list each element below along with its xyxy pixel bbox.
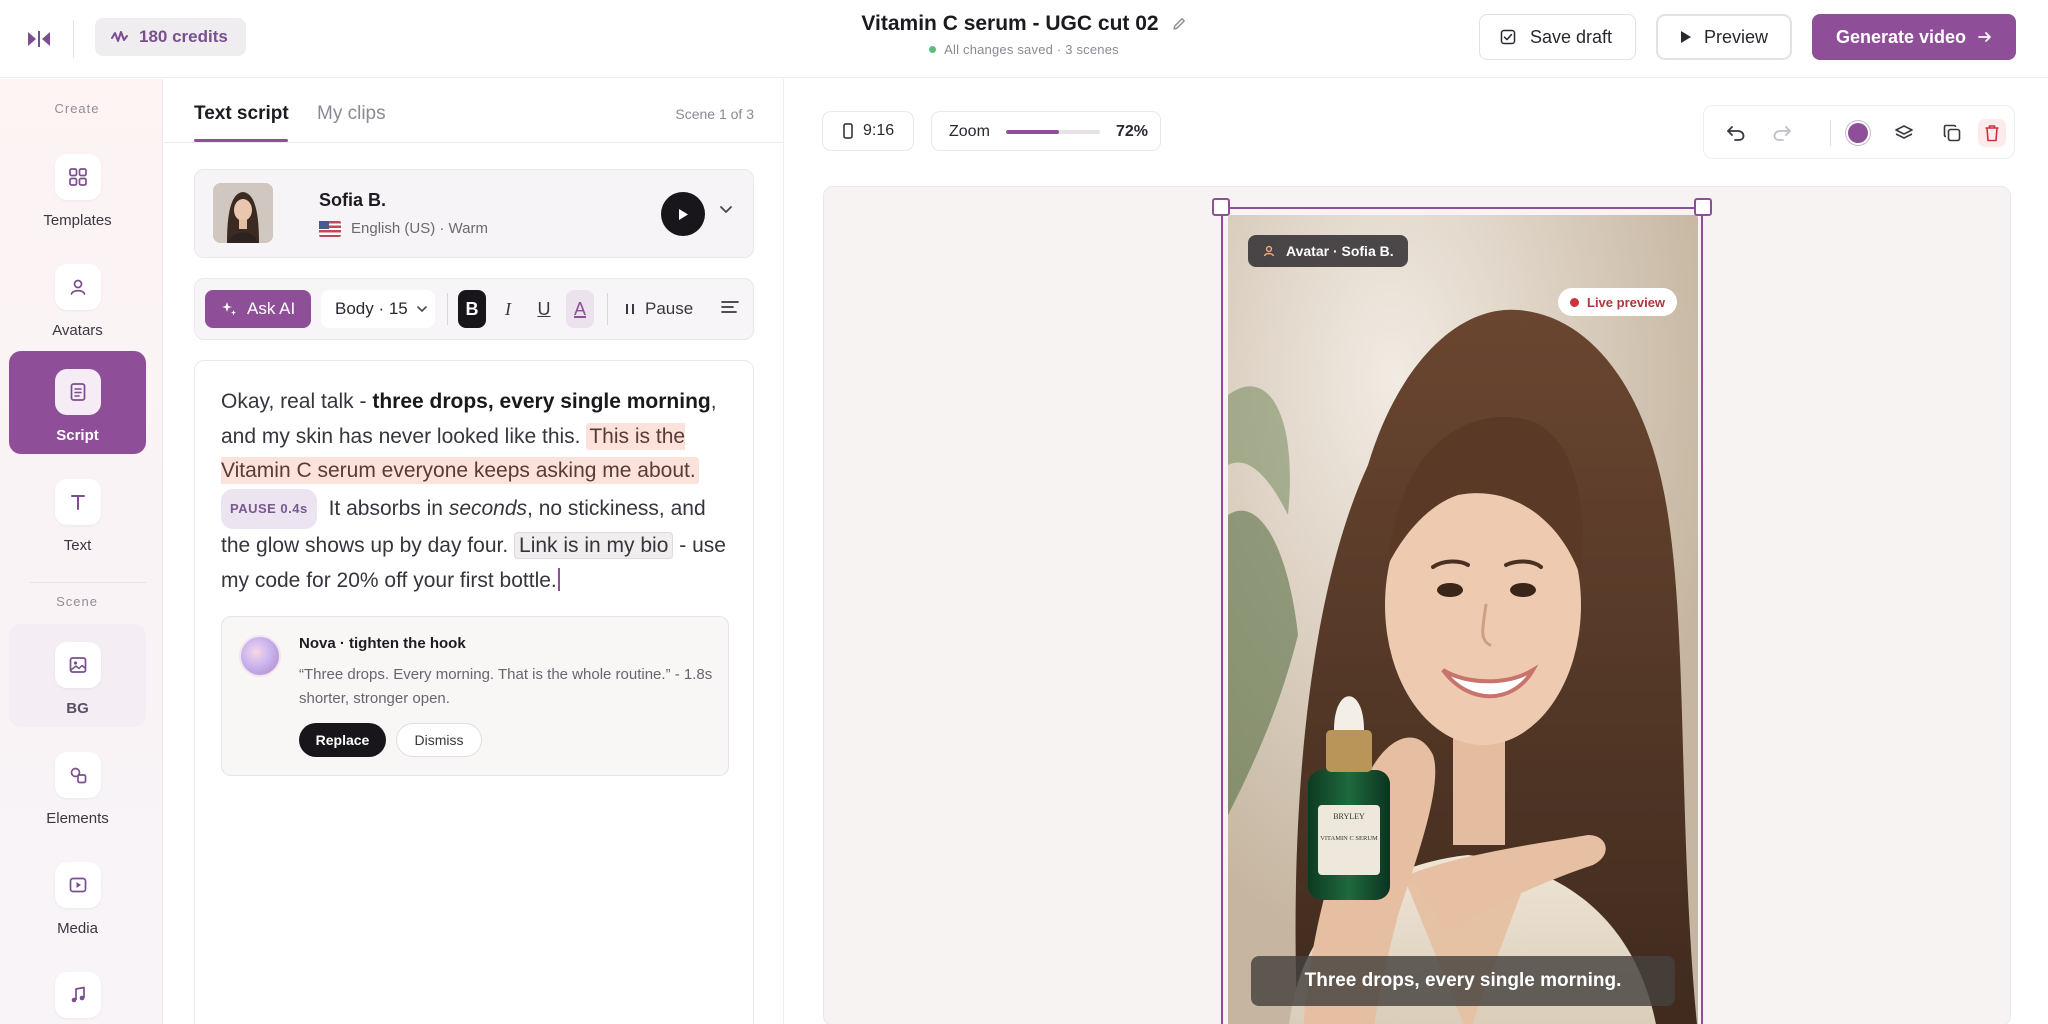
zoom-value: 72%	[1116, 123, 1149, 140]
document-icon	[54, 369, 101, 415]
ask-ai-button[interactable]: Ask AI	[205, 290, 311, 328]
app-logo-icon[interactable]	[24, 24, 54, 54]
script-text[interactable]: Okay, real talk - three drops, every sin…	[221, 385, 731, 598]
canvas-area: 9:16 Zoom 72% BRYLEY VITAMIN C SERUM Ava…	[785, 79, 2048, 1024]
italic-word: seconds	[448, 496, 528, 520]
text-style-select[interactable]: Body · 15	[321, 290, 435, 328]
rail-heading-scene: Scene	[56, 594, 98, 609]
toolbar-divider	[1830, 120, 1831, 146]
dismiss-button[interactable]: Dismiss	[396, 723, 482, 757]
rail-item-avatars[interactable]: Avatars	[9, 246, 146, 349]
rail-item-elements[interactable]: Elements	[9, 734, 146, 837]
canvas-stage[interactable]: BRYLEY VITAMIN C SERUM Avatar · Sofia B.…	[823, 186, 2011, 1024]
pause-marker[interactable]: PAUSE 0.4s	[221, 488, 317, 529]
avatar	[213, 183, 273, 243]
zoom-slider[interactable]	[1006, 130, 1100, 134]
script-editor[interactable]: Okay, real talk - three drops, every sin…	[194, 360, 754, 1024]
bold-phrase: three drops, every single morning	[372, 390, 711, 413]
credits-badge[interactable]: 180 credits	[95, 18, 246, 56]
toolbar-divider	[447, 293, 448, 325]
rail-item-media[interactable]: Media	[9, 844, 146, 947]
person-icon	[54, 264, 101, 310]
tab-text-script[interactable]: Text script	[194, 103, 289, 125]
text-cursor	[557, 567, 560, 591]
pencil-icon[interactable]	[1171, 16, 1187, 32]
color-swatch-icon	[1848, 123, 1868, 143]
rail-item-text[interactable]: Text	[9, 461, 146, 564]
waveform-icon	[111, 30, 129, 44]
play-icon	[678, 208, 688, 220]
ai-suggestion-card: Nova · tighten the hook “Three drops. Ev…	[221, 616, 729, 776]
scene-counter: Scene 1 of 3	[675, 106, 754, 122]
us-flag-icon	[319, 220, 341, 237]
credits-label: 180 credits	[139, 27, 228, 46]
shapes-icon	[54, 752, 101, 798]
divider	[73, 20, 74, 58]
rail-item-script[interactable]: Script	[9, 351, 146, 454]
rail-item-audio[interactable]	[9, 954, 146, 1024]
trash-icon[interactable]	[1978, 119, 2006, 147]
music-icon	[54, 972, 101, 1018]
top-bar: 180 credits Vitamin C serum - UGC cut 02…	[0, 0, 2048, 78]
aspect-ratio-select[interactable]: 9:16	[822, 111, 914, 151]
script-panel: Text script My clips Scene 1 of 3 Sofia …	[164, 79, 784, 1024]
chevron-down-icon[interactable]	[719, 204, 733, 214]
tab-my-clips[interactable]: My clips	[317, 103, 386, 125]
selection-frame[interactable]	[1221, 207, 1703, 1024]
phone-icon	[843, 123, 853, 139]
format-toolbar: Ask AI Body · 15 B I U A Pause	[194, 278, 754, 340]
checkbox-save-icon	[1500, 29, 1516, 45]
panel-tabs: Text script My clips Scene 1 of 3	[164, 79, 784, 143]
rail-item-templates[interactable]: Templates	[9, 136, 146, 239]
underline-button[interactable]: U	[530, 290, 558, 328]
pause-icon	[625, 303, 635, 315]
left-rail: Create Templates Avatars Script Text Sce…	[0, 79, 163, 1024]
suggestion-body: “Three drops. Every morning. That is the…	[299, 666, 713, 707]
color-swatch-button[interactable]	[1844, 119, 1872, 147]
bold-button[interactable]: B	[458, 290, 486, 328]
rail-item-bg[interactable]: BG	[9, 624, 146, 727]
zoom-slider-fill	[1006, 130, 1059, 134]
resize-handle-top-right[interactable]	[1694, 198, 1712, 216]
voice-card[interactable]: Sofia B. English (US) · Warm	[194, 169, 754, 258]
italic-button[interactable]: I	[494, 290, 522, 328]
save-draft-button[interactable]: Save draft	[1479, 14, 1636, 60]
duplicate-icon[interactable]	[1938, 119, 1966, 147]
zoom-label: Zoom	[949, 123, 990, 140]
active-tab-indicator	[194, 139, 288, 142]
text-color-button[interactable]: A	[566, 290, 594, 328]
toolbar-divider	[607, 293, 608, 325]
image-icon	[54, 642, 101, 688]
undo-icon[interactable]	[1722, 119, 1750, 147]
canvas-tools	[1703, 105, 2015, 159]
text-icon	[54, 479, 101, 525]
link-phrase[interactable]: Link is in my bio	[514, 532, 674, 559]
zoom-control: Zoom 72%	[931, 111, 1161, 151]
preview-button[interactable]: Preview	[1656, 14, 1792, 60]
nova-avatar-icon	[239, 635, 281, 677]
rail-heading-create: Create	[54, 101, 100, 116]
suggestion-title: Nova · tighten the hook	[299, 635, 466, 652]
redo-icon[interactable]	[1768, 119, 1796, 147]
voice-name: Sofia B.	[319, 190, 387, 210]
voice-language: English (US) · Warm	[319, 220, 488, 237]
play-icon	[1680, 30, 1692, 44]
rail-divider	[30, 582, 146, 583]
layers-icon[interactable]	[1890, 119, 1918, 147]
project-title[interactable]: Vitamin C serum - UGC cut 02	[861, 12, 1186, 36]
grid-icon	[54, 154, 101, 200]
voice-play-button[interactable]	[661, 192, 705, 236]
sparkle-icon	[221, 301, 237, 317]
play-icon	[54, 862, 101, 908]
resize-handle-top-left[interactable]	[1212, 198, 1230, 216]
save-status: All changes saved · 3 scenes	[929, 42, 1119, 57]
align-left-icon[interactable]	[721, 300, 739, 314]
arrow-right-icon	[1978, 31, 1992, 43]
chevron-down-icon	[416, 305, 428, 313]
insert-pause-button[interactable]: Pause	[625, 290, 693, 328]
saved-indicator-icon	[929, 46, 937, 53]
generate-video-button[interactable]: Generate video	[1812, 14, 2016, 60]
replace-button[interactable]: Replace	[299, 723, 386, 757]
